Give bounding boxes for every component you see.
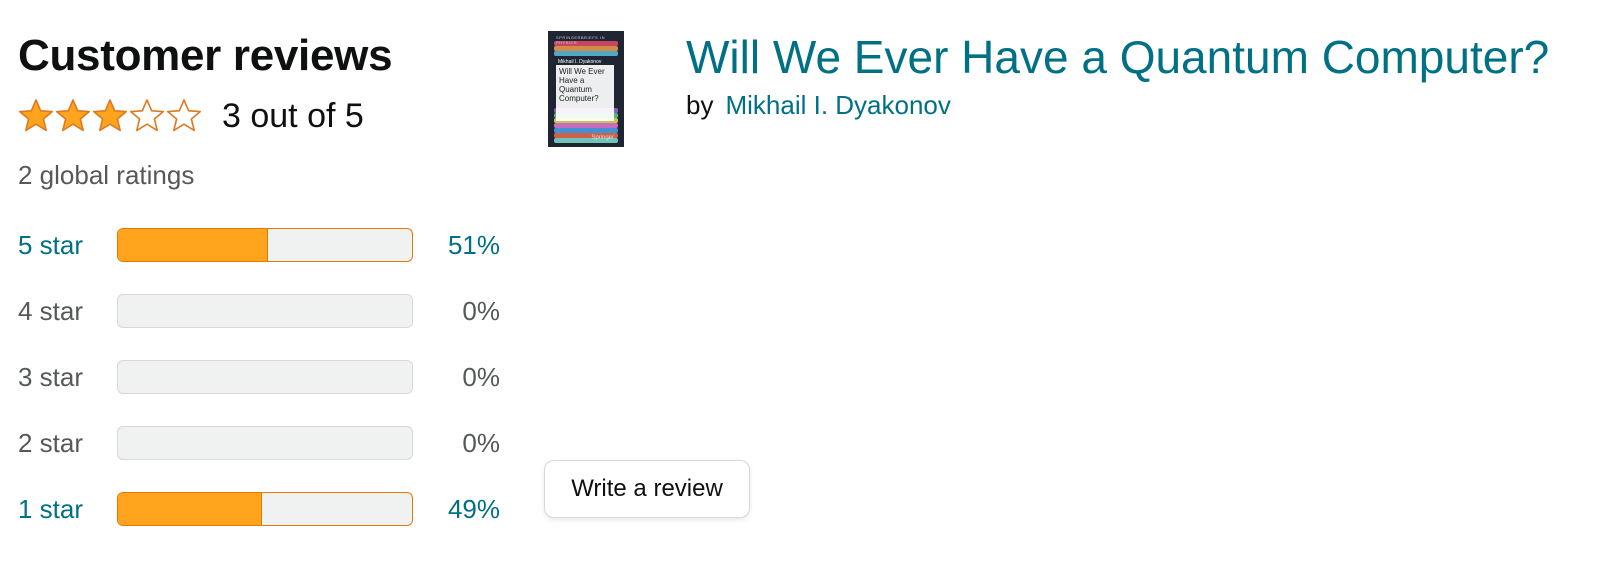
star-filled-icon (55, 99, 91, 132)
customer-reviews-heading: Customer reviews (18, 31, 393, 80)
histogram-star-label: 3 star (18, 361, 84, 392)
histogram-row[interactable]: 5 star 51% (18, 226, 508, 264)
histogram-percent[interactable]: 51% (413, 230, 500, 261)
histogram-row: 2 star 0% (18, 424, 508, 462)
star-empty-icon (129, 99, 165, 132)
histogram-bar-fill (118, 493, 263, 525)
histogram-star-label[interactable]: 5 star (18, 230, 117, 261)
star-filled-icon (92, 99, 128, 132)
global-ratings-count: 2 global ratings (18, 160, 195, 190)
cover-publisher: Springer (591, 135, 614, 141)
histogram-bar (117, 426, 413, 460)
star-empty-icon (166, 99, 202, 132)
by-label: by (686, 90, 714, 120)
star-rating (18, 98, 202, 134)
cover-stripe (554, 122, 618, 128)
product-title-link[interactable]: Will We Ever Have a Quantum Computer? (686, 28, 1549, 86)
histogram-star-label: 2 star (18, 427, 84, 458)
cover-title: Will We Ever Have a Quantum Computer? (556, 65, 614, 121)
histogram-bar-fill (118, 229, 268, 261)
histogram-star-label: 4 star (18, 295, 84, 326)
histogram-bar (117, 492, 413, 526)
histogram-row: 3 star 0% (18, 358, 508, 396)
histogram-bar (117, 228, 413, 262)
histogram-row: 4 star 0% (18, 292, 508, 330)
rating-histogram: 5 star 51% 4 star 0% 3 star 0% 2 star 0% 1 star 4… (18, 226, 508, 556)
rating-text: 3 out of 5 (222, 97, 364, 135)
histogram-percent: 0% (462, 427, 500, 458)
star-filled-icon (18, 99, 54, 132)
histogram-row[interactable]: 1 star 49% (18, 490, 508, 528)
histogram-bar (117, 294, 413, 328)
histogram-percent[interactable]: 49% (413, 494, 500, 525)
histogram-bar (117, 360, 413, 394)
cover-stripe (554, 45, 618, 51)
write-review-button[interactable]: Write a review (544, 460, 750, 518)
average-rating[interactable]: 3 out of 5 (18, 94, 364, 138)
histogram-percent: 0% (462, 295, 500, 326)
cover-stripe (554, 50, 618, 56)
cover-series: SPRINGERBRIEFS IN PHYSICS (556, 35, 605, 45)
byline: by Mikhail I. Dyakonov (686, 88, 951, 122)
cover-stripe (554, 127, 618, 133)
author-link[interactable]: Mikhail I. Dyakonov (725, 88, 950, 122)
histogram-star-label[interactable]: 1 star (18, 494, 117, 525)
book-cover-image[interactable]: SPRINGERBRIEFS IN PHYSICS Mikhail I. Dya… (548, 31, 624, 147)
histogram-percent: 0% (462, 361, 500, 392)
